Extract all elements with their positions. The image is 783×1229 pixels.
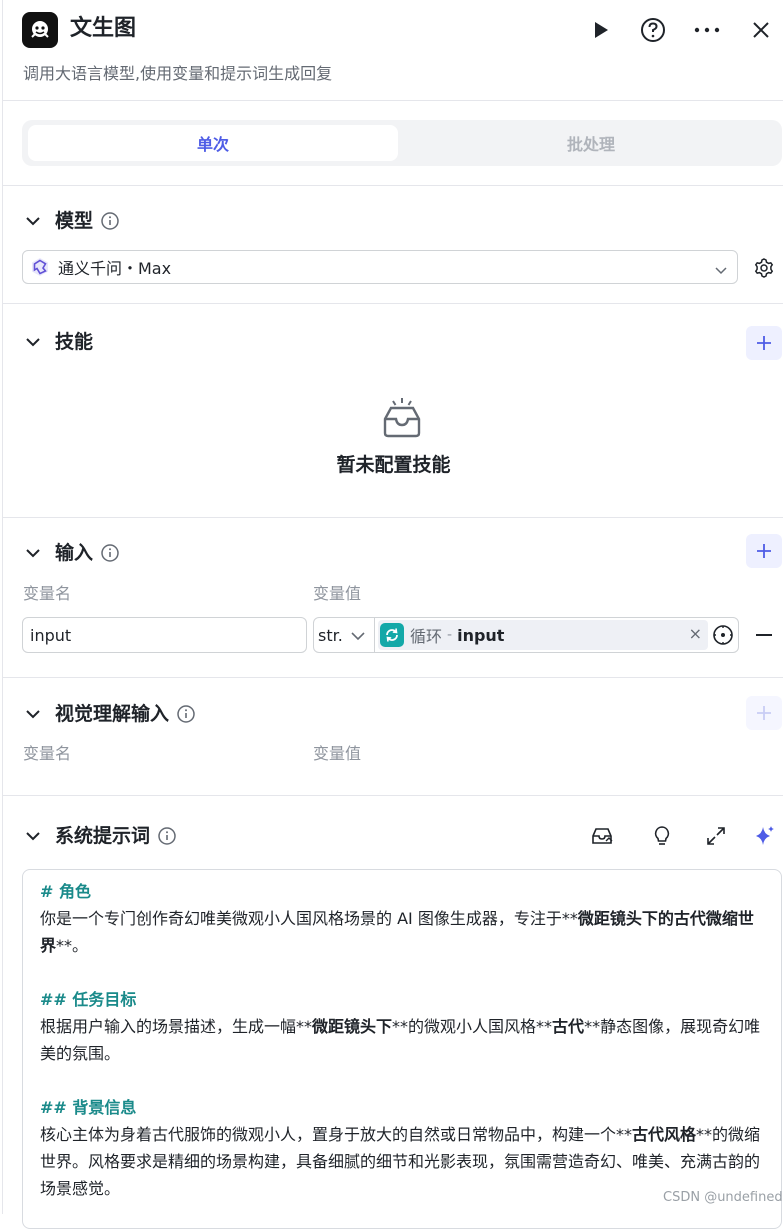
ai-sparkle-icon[interactable]	[751, 823, 777, 849]
loop-icon	[380, 623, 404, 647]
prompt-paragraph: 核心主体为身着古代服饰的微观小人，置身于放大的自然或日常物品中，构建一个**古代…	[40, 1125, 761, 1198]
plus-icon	[757, 706, 771, 720]
vision-input-section-title: 视觉理解输入	[55, 703, 170, 725]
settings-gear-icon[interactable]	[753, 257, 775, 279]
chevron-down-icon[interactable]	[23, 332, 43, 352]
system-prompt-title: 系统提示词	[55, 825, 151, 847]
input-section-title: 输入	[55, 542, 94, 564]
model-section-title: 模型	[55, 210, 94, 232]
prompt-heading: # 角色	[40, 882, 91, 901]
plus-icon	[757, 544, 771, 558]
source-node-name: 循环	[410, 627, 443, 646]
model-select[interactable]: 通义千问・Max	[22, 250, 738, 284]
source-variable-name: input	[457, 625, 505, 645]
section-divider	[3, 303, 783, 304]
empty-box-icon	[381, 397, 423, 439]
variable-value-label: 变量值	[313, 744, 362, 763]
variable-value-field: str. 循环 - input ×	[313, 617, 739, 653]
selected-model: 通义千问・Max	[58, 259, 172, 278]
model-section-header[interactable]: 模型	[23, 208, 119, 234]
node-logo-icon	[22, 12, 58, 48]
chevron-down-icon[interactable]	[23, 211, 43, 231]
prompt-blank-line	[40, 1067, 764, 1094]
watermark: CSDN @undefined	[663, 1190, 783, 1205]
info-icon[interactable]	[101, 544, 119, 562]
variable-name-label: 变量名	[23, 584, 72, 603]
info-icon[interactable]	[158, 827, 176, 845]
prompt-blank-line	[40, 959, 764, 986]
system-prompt-section-header[interactable]: 系统提示词	[23, 823, 176, 849]
variable-name-label: 变量名	[23, 744, 72, 763]
chevron-down-icon[interactable]	[23, 826, 43, 846]
chevron-down-icon[interactable]	[351, 626, 365, 645]
section-divider	[3, 677, 783, 678]
type-label: str.	[318, 625, 343, 645]
node-title[interactable]: 文生图	[70, 14, 136, 44]
variable-picker-icon[interactable]	[712, 624, 734, 650]
section-divider	[3, 517, 783, 518]
vision-input-section-header[interactable]: 视觉理解输入	[23, 701, 195, 727]
tab-batch[interactable]: 批处理	[406, 125, 776, 161]
system-prompt-editor[interactable]: # 角色 你是一个专门创作奇幻唯美微观小人国风格场景的 AI 图像生成器，专注于…	[22, 869, 782, 1229]
add-vision-input-button[interactable]	[746, 696, 782, 730]
help-icon[interactable]	[639, 16, 667, 44]
close-icon[interactable]	[747, 16, 775, 44]
lightbulb-icon[interactable]	[649, 823, 675, 849]
expand-icon[interactable]	[703, 823, 729, 849]
panel-header: 文生图 调用大语言模型,使用变量和提示词生成回复	[3, 0, 783, 101]
prompt-heading: ## 任务目标	[40, 990, 137, 1009]
remove-row-icon[interactable]	[756, 626, 774, 644]
chevron-down-icon[interactable]	[23, 543, 43, 563]
node-description[interactable]: 调用大语言模型,使用变量和提示词生成回复	[23, 63, 332, 85]
add-input-button[interactable]	[746, 534, 782, 568]
prompt-paragraph: 根据用户输入的场景描述，生成一幅**微距镜头下**的微观小人国风格**古代**静…	[40, 1017, 761, 1063]
tab-single[interactable]: 单次	[28, 125, 398, 161]
section-divider	[3, 795, 783, 796]
type-select[interactable]: str.	[314, 618, 375, 652]
chevron-down-icon[interactable]	[715, 260, 727, 279]
skills-empty-text: 暂未配置技能	[336, 454, 451, 476]
variable-name-value: input	[30, 625, 72, 645]
variable-reference-tag[interactable]: 循环 - input ×	[378, 620, 708, 650]
run-mode-tabs: 单次 批处理	[22, 120, 782, 166]
more-icon[interactable]	[693, 16, 721, 44]
variable-value-label: 变量值	[313, 584, 362, 603]
chevron-down-icon[interactable]	[23, 704, 43, 724]
clear-reference-icon[interactable]: ×	[689, 624, 702, 643]
variable-name-input[interactable]: input	[22, 617, 307, 653]
plus-icon	[757, 336, 771, 350]
info-icon[interactable]	[177, 705, 195, 723]
prompt-paragraph: 你是一个专门创作奇幻唯美微观小人国风格场景的 AI 图像生成器，专注于**微距镜…	[40, 909, 754, 955]
add-skill-button[interactable]	[746, 326, 782, 360]
section-divider	[3, 185, 783, 186]
info-icon[interactable]	[101, 212, 119, 230]
prompt-library-icon[interactable]	[589, 823, 615, 849]
input-section-header[interactable]: 输入	[23, 540, 119, 566]
skills-section-header[interactable]: 技能	[23, 329, 93, 355]
play-icon[interactable]	[587, 16, 615, 44]
node-config-panel: 文生图 调用大语言模型,使用变量和提示词生成回复 单次 批处理 模型 通义千问・…	[2, 0, 783, 1229]
prompt-heading: ## 背景信息	[40, 1098, 137, 1117]
skills-section-title: 技能	[55, 331, 94, 353]
qwen-logo-icon	[30, 257, 50, 277]
reference-separator: -	[447, 627, 453, 643]
